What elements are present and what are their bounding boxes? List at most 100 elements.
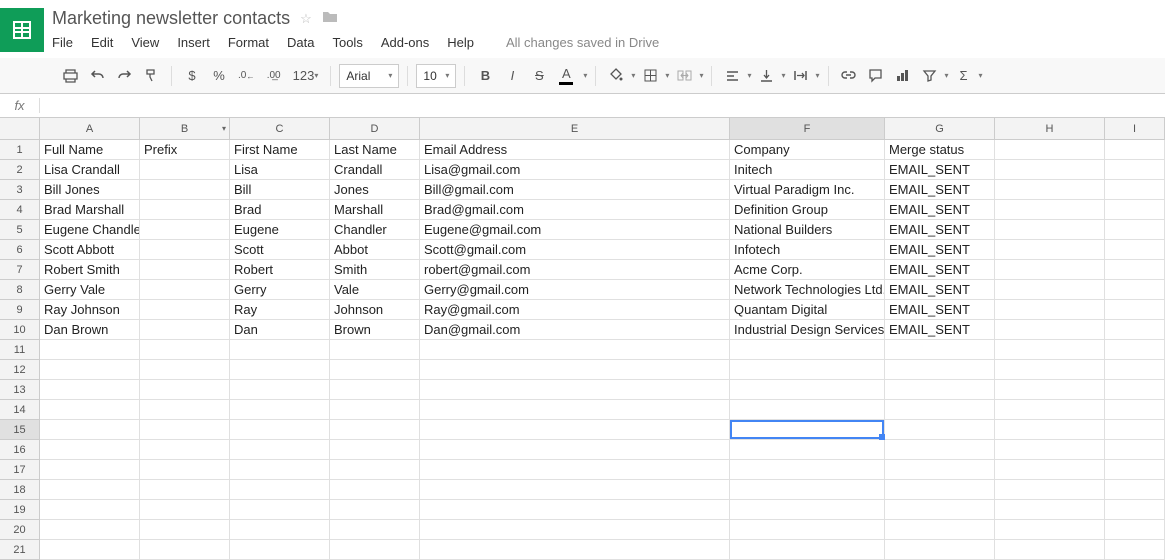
row-header-1[interactable]: 1 <box>0 140 40 160</box>
folder-icon[interactable] <box>322 10 338 27</box>
undo-icon[interactable] <box>85 63 109 89</box>
cell[interactable] <box>1105 260 1165 280</box>
cell[interactable] <box>230 360 330 380</box>
cell[interactable] <box>995 300 1105 320</box>
cell[interactable]: EMAIL_SENT <box>885 280 995 300</box>
cell[interactable] <box>1105 520 1165 540</box>
column-header-E[interactable]: E <box>420 118 730 140</box>
menu-tools[interactable]: Tools <box>332 35 362 50</box>
cell[interactable]: Jones <box>330 180 420 200</box>
cell[interactable] <box>995 520 1105 540</box>
filter-icon[interactable] <box>918 63 942 89</box>
cell[interactable] <box>40 360 140 380</box>
cell[interactable]: Dan <box>230 320 330 340</box>
cell[interactable] <box>140 400 230 420</box>
cell[interactable]: Eugene Chandler <box>40 220 140 240</box>
cell[interactable] <box>1105 320 1165 340</box>
cell[interactable]: EMAIL_SENT <box>885 160 995 180</box>
cell[interactable] <box>885 440 995 460</box>
cell[interactable] <box>885 420 995 440</box>
cell[interactable] <box>1105 480 1165 500</box>
cell[interactable] <box>140 280 230 300</box>
cell[interactable] <box>140 540 230 560</box>
cell[interactable]: EMAIL_SENT <box>885 220 995 240</box>
row-header-13[interactable]: 13 <box>0 380 40 400</box>
cell[interactable]: EMAIL_SENT <box>885 320 995 340</box>
sheets-logo[interactable] <box>0 8 44 52</box>
cell[interactable] <box>1105 140 1165 160</box>
column-header-H[interactable]: H <box>995 118 1105 140</box>
increase-decimal[interactable]: .0̲0 <box>262 63 286 89</box>
cell[interactable] <box>330 360 420 380</box>
column-header-G[interactable]: G <box>885 118 995 140</box>
column-header-A[interactable]: A <box>40 118 140 140</box>
cell[interactable] <box>1105 440 1165 460</box>
cell[interactable]: Company <box>730 140 885 160</box>
cell[interactable] <box>230 520 330 540</box>
cell[interactable]: Infotech <box>730 240 885 260</box>
cell[interactable] <box>1105 180 1165 200</box>
italic-button[interactable]: I <box>500 63 524 89</box>
row-header-6[interactable]: 6 <box>0 240 40 260</box>
cell[interactable]: Brown <box>330 320 420 340</box>
cell[interactable] <box>995 280 1105 300</box>
cell[interactable] <box>330 540 420 560</box>
cell[interactable]: Merge status <box>885 140 995 160</box>
horizontal-align-button[interactable] <box>720 63 744 89</box>
cell[interactable]: Ray@gmail.com <box>420 300 730 320</box>
cell[interactable] <box>40 440 140 460</box>
cell[interactable] <box>730 380 885 400</box>
cell[interactable]: Initech <box>730 160 885 180</box>
row-header-18[interactable]: 18 <box>0 480 40 500</box>
cell[interactable] <box>1105 220 1165 240</box>
cell[interactable] <box>230 440 330 460</box>
cell[interactable] <box>140 260 230 280</box>
vertical-align-button[interactable] <box>754 63 778 89</box>
cell[interactable] <box>730 340 885 360</box>
cell[interactable] <box>420 440 730 460</box>
cell[interactable] <box>230 540 330 560</box>
cell[interactable]: Robert Smith <box>40 260 140 280</box>
cell[interactable] <box>330 380 420 400</box>
cell[interactable]: Quantam Digital <box>730 300 885 320</box>
row-header-14[interactable]: 14 <box>0 400 40 420</box>
cell[interactable] <box>140 360 230 380</box>
cell[interactable] <box>140 300 230 320</box>
menu-view[interactable]: View <box>131 35 159 50</box>
cell[interactable] <box>995 220 1105 240</box>
cell[interactable] <box>140 520 230 540</box>
cell[interactable]: Chandler <box>330 220 420 240</box>
cell[interactable]: robert@gmail.com <box>420 260 730 280</box>
cell[interactable] <box>1105 460 1165 480</box>
row-header-19[interactable]: 19 <box>0 500 40 520</box>
cell[interactable] <box>330 460 420 480</box>
cell[interactable]: Vale <box>330 280 420 300</box>
cell[interactable] <box>330 400 420 420</box>
more-formats[interactable]: 123 ▾ <box>289 63 323 89</box>
row-header-16[interactable]: 16 <box>0 440 40 460</box>
cell[interactable] <box>140 420 230 440</box>
strikethrough-button[interactable]: S <box>527 63 551 89</box>
cell[interactable]: Robert <box>230 260 330 280</box>
cell[interactable] <box>230 380 330 400</box>
merge-cells-button[interactable] <box>672 63 696 89</box>
cell[interactable]: Ray <box>230 300 330 320</box>
cell[interactable] <box>1105 420 1165 440</box>
cell[interactable] <box>995 340 1105 360</box>
cell[interactable]: Network Technologies Ltd. <box>730 280 885 300</box>
cell[interactable] <box>40 460 140 480</box>
row-header-7[interactable]: 7 <box>0 260 40 280</box>
cell[interactable] <box>730 400 885 420</box>
cell[interactable]: Email Address <box>420 140 730 160</box>
cell[interactable] <box>330 420 420 440</box>
cell[interactable]: Industrial Design Services <box>730 320 885 340</box>
font-select[interactable]: Arial▾ <box>339 64 399 88</box>
cell[interactable] <box>40 420 140 440</box>
cell[interactable]: EMAIL_SENT <box>885 260 995 280</box>
cell[interactable] <box>885 400 995 420</box>
cell[interactable] <box>995 500 1105 520</box>
cell[interactable] <box>140 160 230 180</box>
cell[interactable]: First Name <box>230 140 330 160</box>
cell[interactable] <box>730 460 885 480</box>
fill-color-button[interactable] <box>604 63 628 89</box>
